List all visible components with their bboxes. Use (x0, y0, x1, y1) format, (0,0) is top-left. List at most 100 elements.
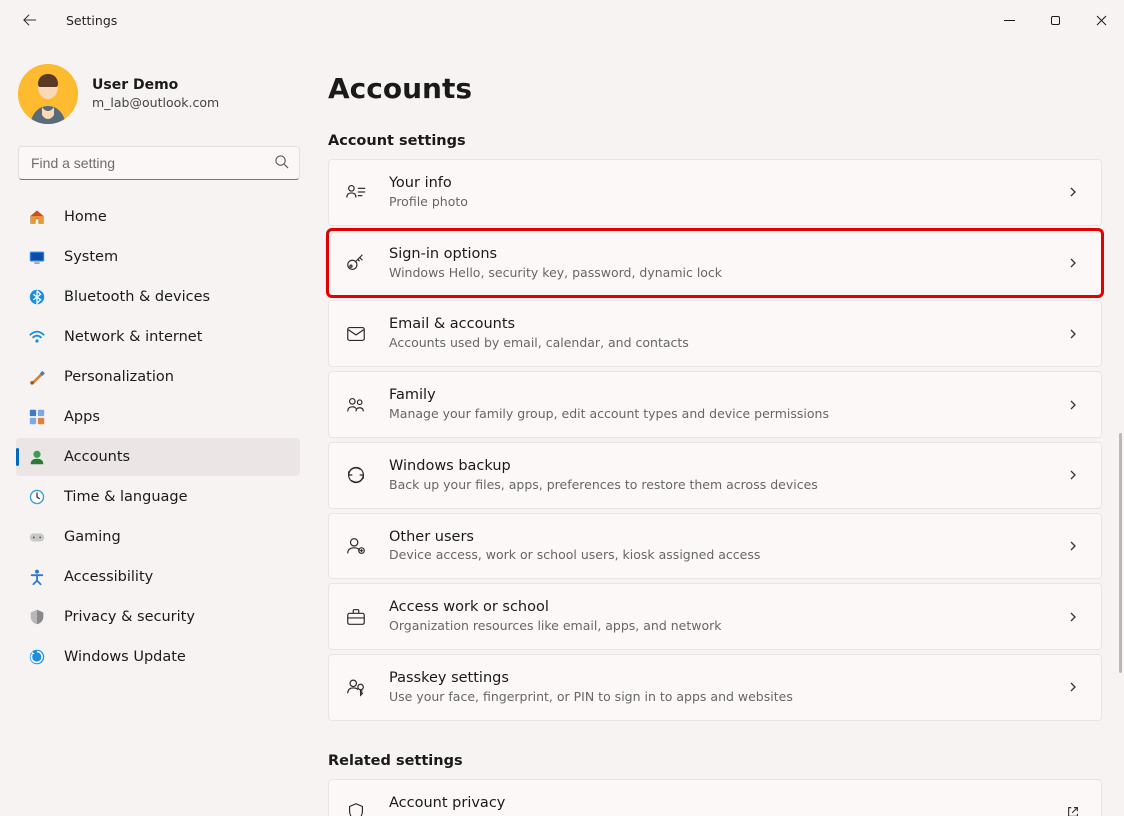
card-desc: Manage your family group, edit account t… (389, 406, 1063, 423)
accessibility-icon (26, 566, 48, 588)
search-input[interactable] (29, 154, 274, 172)
nav-label: Accessibility (64, 569, 153, 585)
card-title: Email & accounts (389, 315, 1063, 334)
card-desc: Device access, work or school users, kio… (389, 547, 1063, 564)
user-email: m_lab@outlook.com (92, 94, 219, 112)
card-desc: Back up your files, apps, preferences to… (389, 477, 1063, 494)
system-icon (26, 246, 48, 268)
main-content: Accounts Account settings Your info Prof… (310, 40, 1124, 816)
chevron-right-icon (1063, 677, 1083, 697)
card-title: Your info (389, 174, 1063, 193)
nav-label: Bluetooth & devices (64, 289, 210, 305)
personalization-icon (26, 366, 48, 388)
scrollbar-thumb[interactable] (1119, 433, 1122, 673)
card-your-info[interactable]: Your info Profile photo (328, 159, 1102, 226)
card-passkey[interactable]: Passkey settings Use your face, fingerpr… (328, 654, 1102, 721)
nav-label: Gaming (64, 529, 121, 545)
card-desc: Accounts used by email, calendar, and co… (389, 335, 1063, 352)
nav-time[interactable]: Time & language (16, 478, 300, 516)
nav-list: Home System Bluetooth & devices Network … (16, 198, 300, 676)
user-name: User Demo (92, 77, 219, 94)
gaming-icon (26, 526, 48, 548)
card-desc: Use your face, fingerprint, or PIN to si… (389, 689, 1063, 706)
nav-accessibility[interactable]: Accessibility (16, 558, 300, 596)
chevron-right-icon (1063, 536, 1083, 556)
close-button[interactable] (1078, 0, 1124, 40)
email-icon (343, 321, 369, 347)
nav-personalization[interactable]: Personalization (16, 358, 300, 396)
card-title: Passkey settings (389, 669, 1063, 688)
chevron-right-icon (1063, 182, 1083, 202)
passkey-icon (343, 674, 369, 700)
card-title: Other users (389, 528, 1063, 547)
briefcase-icon (343, 604, 369, 630)
card-windows-backup[interactable]: Windows backup Back up your files, apps,… (328, 442, 1102, 509)
time-icon (26, 486, 48, 508)
card-account-privacy[interactable]: Account privacy View your privacy dashbo… (328, 779, 1102, 816)
your-info-icon (343, 179, 369, 205)
card-desc: Profile photo (389, 194, 1063, 211)
nav-label: Network & internet (64, 329, 202, 345)
card-family[interactable]: Family Manage your family group, edit ac… (328, 371, 1102, 438)
card-title: Family (389, 386, 1063, 405)
nav-label: Privacy & security (64, 609, 195, 625)
external-link-icon (1063, 802, 1083, 816)
search-icon (274, 154, 289, 173)
card-desc: Windows Hello, security key, password, d… (389, 265, 1063, 282)
chevron-right-icon (1063, 395, 1083, 415)
nav-label: Apps (64, 409, 100, 425)
card-email-accounts[interactable]: Email & accounts Accounts used by email,… (328, 300, 1102, 367)
nav-home[interactable]: Home (16, 198, 300, 236)
avatar (18, 64, 78, 124)
back-button[interactable] (16, 6, 44, 34)
bluetooth-icon (26, 286, 48, 308)
card-signin-options[interactable]: Sign-in options Windows Hello, security … (328, 230, 1102, 297)
nav-label: Personalization (64, 369, 174, 385)
family-icon (343, 392, 369, 418)
section-heading-related: Related settings (328, 753, 1102, 769)
accounts-icon (26, 446, 48, 468)
nav-privacy[interactable]: Privacy & security (16, 598, 300, 636)
window-title: Settings (66, 13, 117, 28)
nav-label: Accounts (64, 449, 130, 465)
apps-icon (26, 406, 48, 428)
nav-update[interactable]: Windows Update (16, 638, 300, 676)
nav-label: Time & language (64, 489, 188, 505)
nav-system[interactable]: System (16, 238, 300, 276)
update-icon (26, 646, 48, 668)
nav-gaming[interactable]: Gaming (16, 518, 300, 556)
network-icon (26, 326, 48, 348)
nav-label: Windows Update (64, 649, 186, 665)
key-icon (343, 250, 369, 276)
privacy-icon (26, 606, 48, 628)
chevron-right-icon (1063, 324, 1083, 344)
chevron-right-icon (1063, 607, 1083, 627)
minimize-button[interactable] (986, 0, 1032, 40)
title-bar: Settings (0, 0, 1124, 40)
card-title: Access work or school (389, 598, 1063, 617)
nav-apps[interactable]: Apps (16, 398, 300, 436)
home-icon (26, 206, 48, 228)
nav-bluetooth[interactable]: Bluetooth & devices (16, 278, 300, 316)
card-other-users[interactable]: Other users Device access, work or schoo… (328, 513, 1102, 580)
card-work-school[interactable]: Access work or school Organization resou… (328, 583, 1102, 650)
other-users-icon (343, 533, 369, 559)
nav-accounts[interactable]: Accounts (16, 438, 300, 476)
chevron-right-icon (1063, 253, 1083, 273)
nav-label: Home (64, 209, 107, 225)
shield-icon (343, 799, 369, 816)
sidebar: User Demo m_lab@outlook.com Home (0, 40, 310, 816)
nav-label: System (64, 249, 118, 265)
search-box[interactable] (18, 146, 300, 180)
backup-icon (343, 462, 369, 488)
card-title: Windows backup (389, 457, 1063, 476)
page-title: Accounts (328, 72, 1102, 105)
card-title: Sign-in options (389, 245, 1063, 264)
nav-network[interactable]: Network & internet (16, 318, 300, 356)
user-text: User Demo m_lab@outlook.com (92, 77, 219, 111)
maximize-button[interactable] (1032, 0, 1078, 40)
card-desc: Organization resources like email, apps,… (389, 618, 1063, 635)
user-block[interactable]: User Demo m_lab@outlook.com (16, 58, 298, 142)
window-controls (986, 0, 1124, 40)
section-heading-account: Account settings (328, 133, 1102, 149)
